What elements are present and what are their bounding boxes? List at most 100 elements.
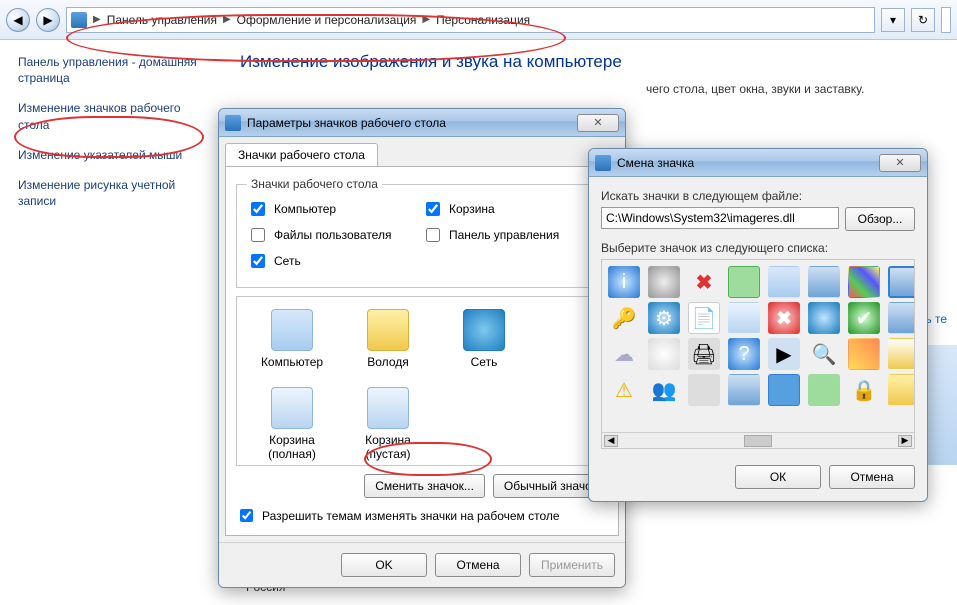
- preview-network[interactable]: Сеть: [445, 309, 523, 369]
- checkbox-user-files[interactable]: Файлы пользователя: [247, 225, 422, 245]
- chevron-right-icon: ▶: [223, 14, 231, 25]
- network-icon: [463, 309, 505, 351]
- checkbox-recycle-bin[interactable]: Корзина: [422, 199, 597, 219]
- icon-preview-pane: Компьютер Володя Сеть Корзина (полная) К…: [236, 296, 608, 466]
- preview-user-folder[interactable]: Володя: [349, 309, 427, 369]
- grid-settings-icon[interactable]: ⚙: [648, 302, 680, 334]
- close-button[interactable]: ✕: [577, 114, 619, 132]
- checkbox-network[interactable]: Сеть: [247, 251, 422, 271]
- allow-themes-checkbox-input[interactable]: [240, 509, 253, 522]
- grid-delete-x-icon[interactable]: ✖: [688, 266, 720, 298]
- scroll-right-button[interactable]: ▶: [898, 435, 912, 447]
- grid-network-icon[interactable]: [808, 302, 840, 334]
- search-box-edge[interactable]: [941, 7, 951, 33]
- checkbox-control-panel[interactable]: Панель управления: [422, 225, 597, 245]
- grid-blank-disc-icon[interactable]: [648, 338, 680, 370]
- grid-key-icon[interactable]: 🔑: [608, 302, 640, 334]
- preview-computer[interactable]: Компьютер: [253, 309, 331, 369]
- dialog-icon: [595, 155, 611, 171]
- grid-security-icon[interactable]: [848, 338, 880, 370]
- grid-run-icon[interactable]: ▶: [768, 338, 800, 370]
- grid-window-icon[interactable]: [768, 374, 800, 406]
- desktop-icon-settings-dialog: Параметры значков рабочего стола ✕ Значк…: [218, 108, 626, 588]
- preview-bin-full-label: Корзина (полная): [253, 433, 331, 461]
- allow-themes-checkbox[interactable]: Разрешить темам изменять значки на рабоч…: [236, 506, 608, 525]
- apply-button[interactable]: Применить: [529, 553, 615, 577]
- grid-chip-icon[interactable]: [728, 266, 760, 298]
- checkbox-computer[interactable]: Компьютер: [247, 199, 422, 219]
- change-icon-button[interactable]: Сменить значок...: [364, 474, 485, 498]
- bin-empty-icon: [367, 387, 409, 429]
- grid-display-icon[interactable]: [768, 266, 800, 298]
- grid-warning-icon[interactable]: ⚠: [608, 374, 640, 406]
- breadcrumb-personalization[interactable]: Персонализация: [436, 13, 530, 27]
- path-label: Искать значки в следующем файле:: [601, 189, 915, 203]
- grid-printer-icon[interactable]: 🖨: [688, 338, 720, 370]
- scroll-thumb[interactable]: [744, 435, 772, 447]
- cancel-button[interactable]: Отмена: [829, 465, 915, 489]
- grid-monitor-icon[interactable]: [808, 266, 840, 298]
- ok-button[interactable]: OK: [341, 553, 427, 577]
- tab-strip: Значки рабочего стола: [219, 137, 625, 166]
- dialog-titlebar[interactable]: Смена значка ✕: [589, 149, 927, 177]
- grid-search-icon[interactable]: 🔍: [808, 338, 840, 370]
- grid-shield-icon[interactable]: [848, 266, 880, 298]
- refresh-button[interactable]: ↻: [911, 8, 935, 32]
- cancel-button[interactable]: Отмена: [435, 553, 521, 577]
- grid-computer-icon[interactable]: [888, 266, 915, 298]
- breadcrumb-appearance[interactable]: Оформление и персонализация: [237, 13, 417, 27]
- scroll-left-button[interactable]: ◀: [604, 435, 618, 447]
- grid-device-icon[interactable]: [688, 374, 720, 406]
- browse-button[interactable]: Обзор...: [845, 207, 915, 231]
- dialog-titlebar[interactable]: Параметры значков рабочего стола ✕: [219, 109, 625, 137]
- sidebar-home-link[interactable]: Панель управления - домашняя страница: [18, 54, 200, 86]
- close-button[interactable]: ✕: [879, 154, 921, 172]
- page-description-fragment: чего стола, цвет окна, звуки и заставку.: [646, 82, 864, 96]
- preview-bin-full[interactable]: Корзина (полная): [253, 387, 331, 461]
- grid-chip2-icon[interactable]: [808, 374, 840, 406]
- grid-help-icon[interactable]: ?: [728, 338, 760, 370]
- allow-themes-label: Разрешить темам изменять значки на рабоч…: [262, 509, 560, 523]
- checkbox-control-panel-input[interactable]: [426, 228, 440, 242]
- grid-app-icon[interactable]: [888, 338, 915, 370]
- grid-check-icon[interactable]: ✔: [848, 302, 880, 334]
- sidebar-account-picture-link[interactable]: Изменение рисунка учетной записи: [18, 177, 200, 209]
- dialog-icon: [225, 115, 241, 131]
- grid-document-icon[interactable]: 📄: [688, 302, 720, 334]
- breadcrumb-control-panel[interactable]: Панель управления: [107, 13, 217, 27]
- forward-button[interactable]: ▶: [36, 8, 60, 32]
- grid-drive-icon[interactable]: [728, 302, 760, 334]
- icon-file-path-input[interactable]: [601, 207, 839, 229]
- horizontal-scrollbar[interactable]: ◀ ▶: [602, 432, 914, 448]
- chevron-right-icon: ▶: [93, 14, 101, 25]
- sidebar-desktop-icons-link[interactable]: Изменение значков рабочего стола: [18, 100, 200, 132]
- grid-cloud-icon[interactable]: ☁: [608, 338, 640, 370]
- group-legend: Значки рабочего стола: [247, 177, 382, 191]
- checkbox-recycle-bin-input[interactable]: [426, 202, 440, 216]
- address-bar[interactable]: ▶ Панель управления ▶ Оформление и персо…: [66, 7, 875, 33]
- dialog-title: Смена значка: [617, 156, 873, 170]
- page-title: Изменение изображения и звука на компьют…: [240, 52, 957, 72]
- grid-lock-icon[interactable]: 🔒: [848, 374, 880, 406]
- bin-full-icon: [271, 387, 313, 429]
- location-icon: [71, 12, 87, 28]
- ok-button[interactable]: ОК: [735, 465, 821, 489]
- checkbox-network-input[interactable]: [251, 254, 265, 268]
- address-dropdown-button[interactable]: ▾: [881, 8, 905, 32]
- checkbox-user-files-input[interactable]: [251, 228, 265, 242]
- grid-users-icon[interactable]: 👥: [648, 374, 680, 406]
- checkbox-computer-input[interactable]: [251, 202, 265, 216]
- preview-bin-empty[interactable]: Корзина (пустая): [349, 387, 427, 461]
- change-icon-dialog: Смена значка ✕ Искать значки в следующем…: [588, 148, 928, 502]
- tab-desktop-icons[interactable]: Значки рабочего стола: [225, 143, 378, 166]
- grid-panel-icon[interactable]: [728, 374, 760, 406]
- dialog-footer: OK Отмена Применить: [219, 542, 625, 587]
- grid-info-icon[interactable]: i: [608, 266, 640, 298]
- grid-disc-icon[interactable]: [648, 266, 680, 298]
- grid-screen-icon[interactable]: [888, 302, 915, 334]
- grid-error-icon[interactable]: ✖: [768, 302, 800, 334]
- computer-icon: [271, 309, 313, 351]
- back-button[interactable]: ◀: [6, 8, 30, 32]
- sidebar-mouse-pointers-link[interactable]: Изменение указателей мыши: [18, 147, 200, 163]
- grid-folder-icon[interactable]: [888, 374, 915, 406]
